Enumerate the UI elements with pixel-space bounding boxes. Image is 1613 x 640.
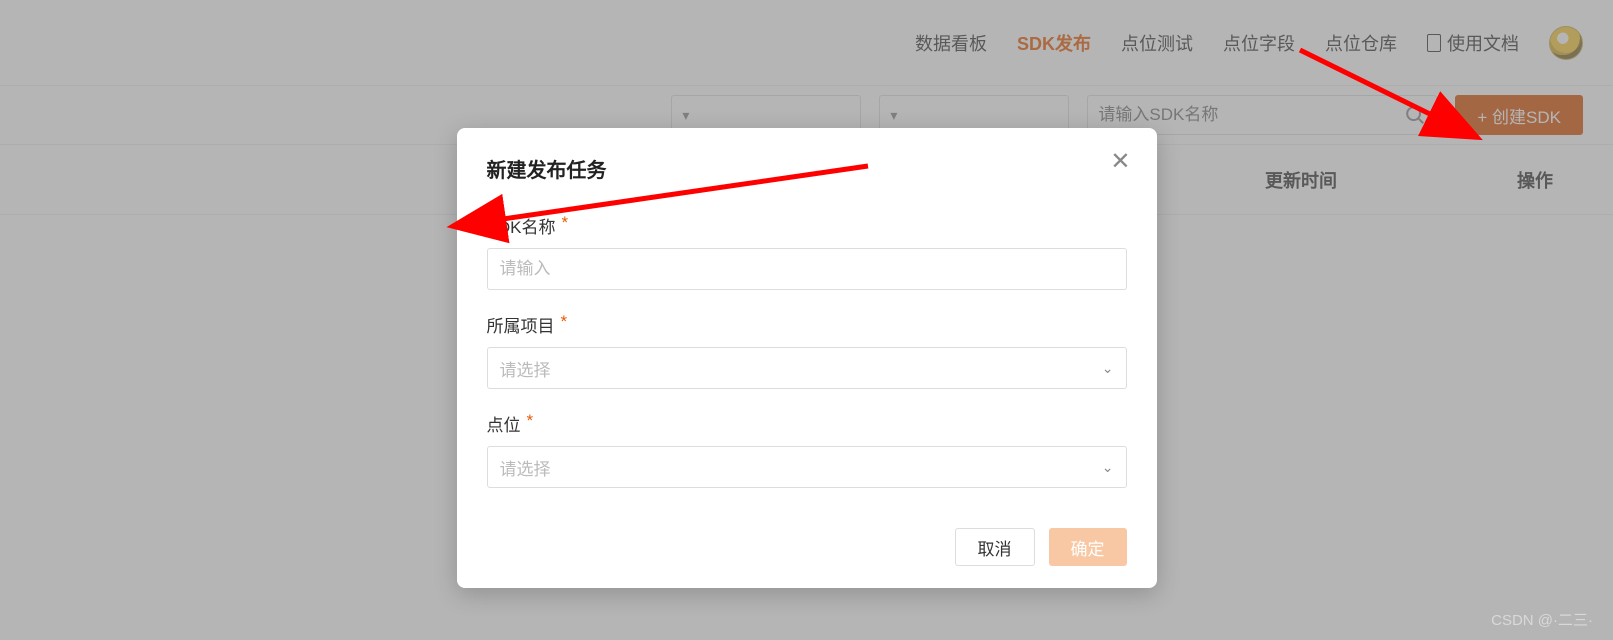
project-label: 所属项目 [487,312,555,337]
point-label: 点位 [487,411,521,436]
modal-overlay: 新建发布任务 ✕ SDK名称 * 所属项目 * 请选择 ⌄ 点位 * [0,0,1613,640]
modal-title: 新建发布任务 [487,154,1127,183]
confirm-button[interactable]: 确定 [1049,528,1127,566]
field-point: 点位 * 请选择 ⌄ [487,411,1127,488]
project-placeholder: 请选择 [500,356,551,381]
watermark: CSDN @·二三· [1491,609,1593,630]
point-select[interactable]: 请选择 ⌄ [487,446,1127,488]
chevron-down-icon: ⌄ [1102,360,1114,377]
close-icon[interactable]: ✕ [1110,150,1130,174]
sdk-name-input[interactable] [487,248,1127,290]
cancel-button[interactable]: 取消 [955,528,1035,566]
field-project: 所属项目 * 请选择 ⌄ [487,312,1127,389]
required-mark: * [527,411,534,436]
required-mark: * [561,312,568,337]
create-modal: 新建发布任务 ✕ SDK名称 * 所属项目 * 请选择 ⌄ 点位 * [457,128,1157,588]
point-placeholder: 请选择 [500,455,551,480]
field-sdk-name: SDK名称 * [487,213,1127,290]
sdk-name-label: SDK名称 [487,213,556,238]
required-mark: * [561,213,568,238]
project-select[interactable]: 请选择 ⌄ [487,347,1127,389]
modal-actions: 取消 确定 [487,528,1127,566]
chevron-down-icon: ⌄ [1102,459,1114,476]
